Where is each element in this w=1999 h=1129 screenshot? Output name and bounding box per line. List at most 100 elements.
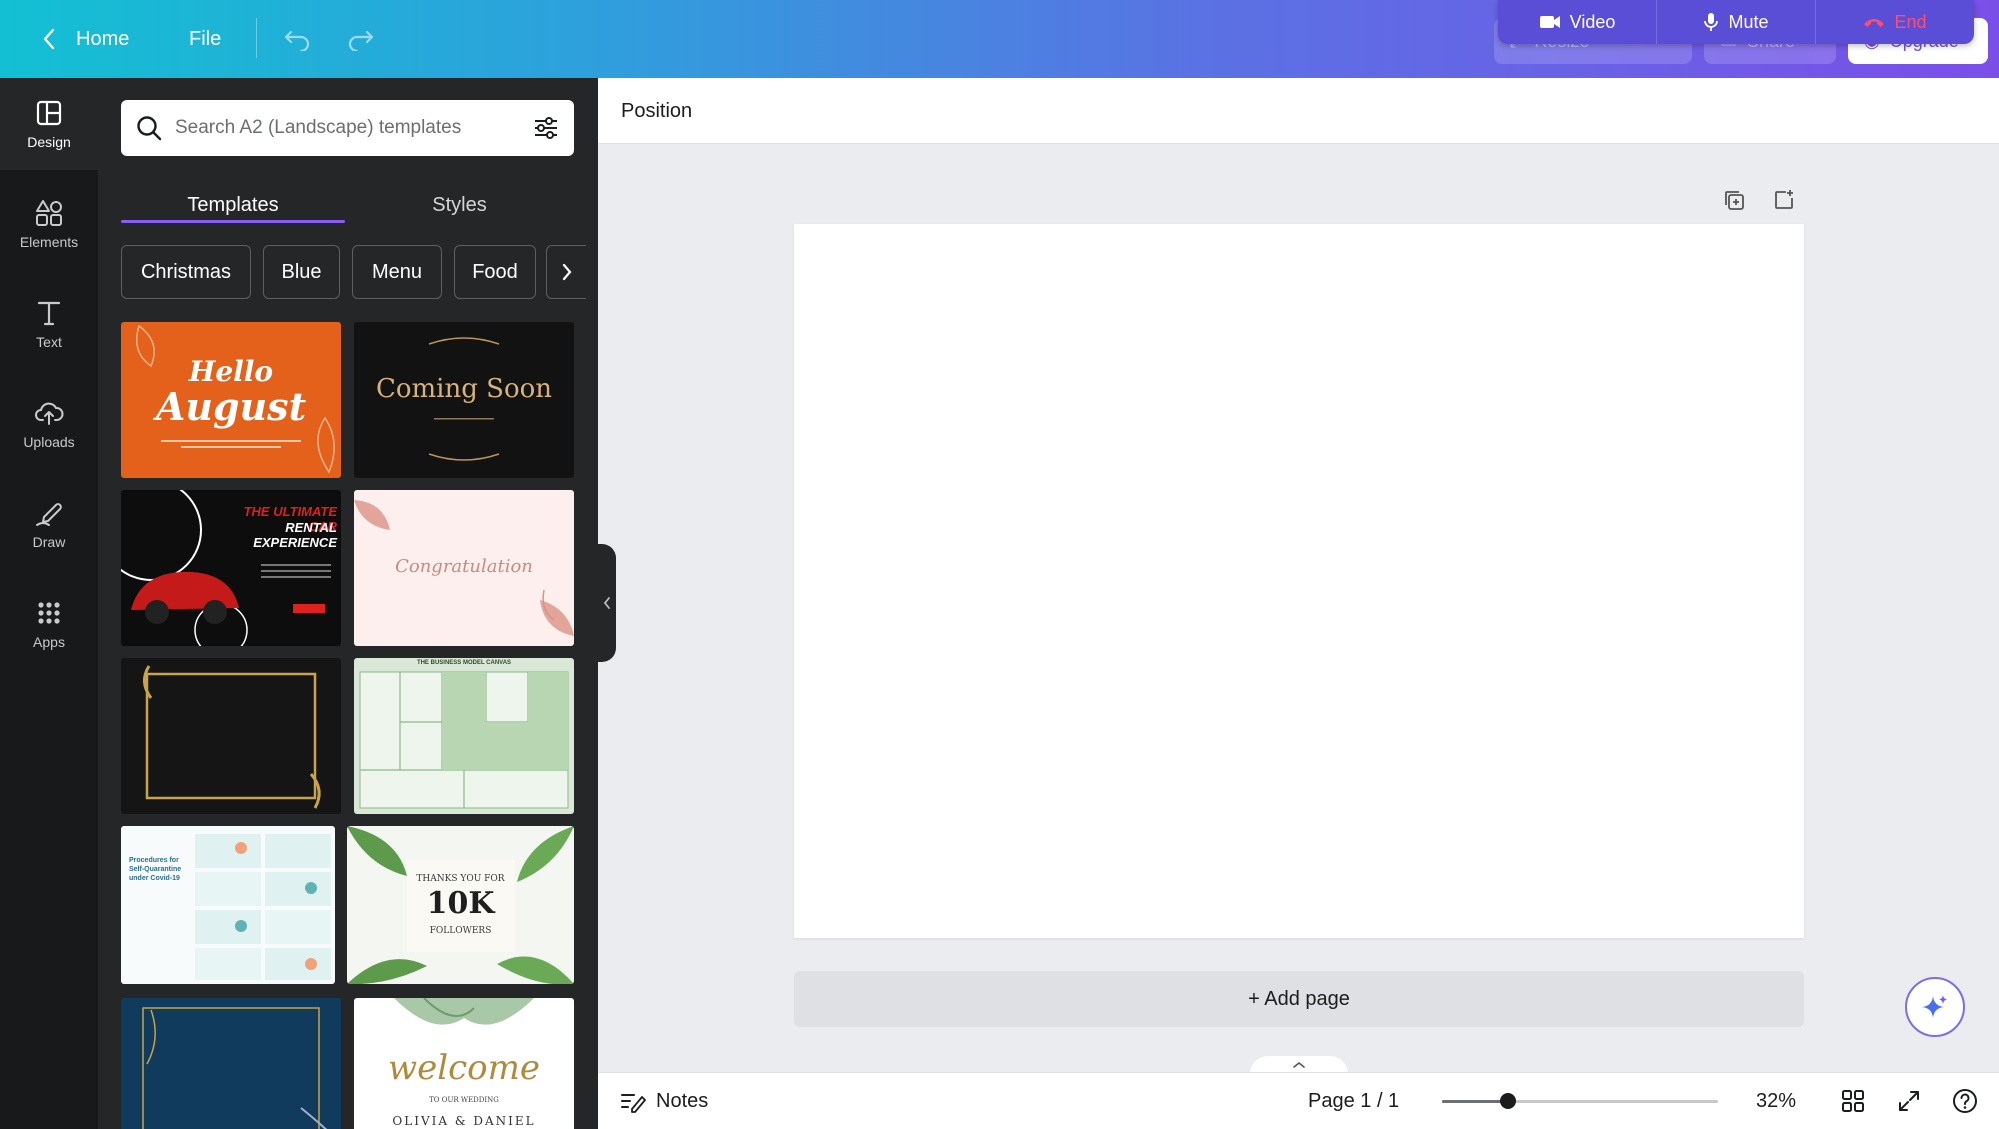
bottom-bar: Notes Page 1 / 1 32% [598, 1072, 1999, 1129]
rail-item-draw[interactable]: Draw [0, 478, 98, 570]
thumb-car-line2: RENTAL EXPERIENCE [253, 520, 337, 550]
page-actions [1720, 186, 1798, 216]
templates-panel: Templates Styles Christmas Blue Menu Foo… [98, 78, 598, 1129]
thumb-10k-line2: 10K [426, 886, 495, 921]
thumb-canvas-title: THE BUSINESS MODEL CANVAS [416, 660, 512, 666]
zoom-slider[interactable] [1442, 1093, 1718, 1109]
page-counter[interactable]: Page 1 / 1 [1308, 1073, 1399, 1129]
mute-label: Mute [1728, 11, 1769, 32]
chip-food[interactable]: Food [454, 245, 536, 299]
gold-frame-icon [143, 665, 321, 809]
template-thumb-hello-august[interactable]: Hello August [121, 322, 341, 478]
call-control-bar: Video Mute End [1498, 0, 1974, 44]
video-label: Video [1569, 11, 1616, 32]
template-search-box [121, 100, 574, 156]
end-call-label: End [1894, 11, 1927, 32]
sparkle-icon [1922, 995, 1947, 1018]
thumb-quarantine-title: Procedures for Self-Quarantine under Cov… [129, 857, 182, 882]
active-tab-indicator [121, 220, 345, 223]
add-page-button[interactable]: + Add page [794, 971, 1804, 1027]
chip-christmas[interactable]: Christmas [121, 245, 251, 299]
search-icon [137, 116, 162, 141]
notes-button[interactable]: Notes [620, 1073, 708, 1129]
cloud-upload-icon [35, 402, 64, 425]
shapes-icon [36, 200, 62, 226]
filter-sliders-icon[interactable] [532, 114, 560, 142]
rail-label-design: Design [27, 134, 71, 150]
topbar-divider [256, 18, 257, 58]
redo-icon[interactable] [346, 0, 376, 78]
canvas-grid-icon [359, 671, 569, 809]
template-thumb-car-rental[interactable]: THE ULTIMATE CAR RENTAL EXPERIENCE [121, 490, 341, 646]
template-thumb-business-canvas[interactable]: THE BUSINESS MODEL CANVAS [354, 658, 574, 814]
fullscreen-icon[interactable] [1894, 1086, 1924, 1116]
thumb-welcome-line1: welcome [388, 1048, 540, 1088]
mute-button[interactable]: Mute [1657, 0, 1816, 44]
rail-item-text[interactable]: Text [0, 278, 98, 370]
thumb-hello: Hello [188, 355, 274, 388]
rail-item-uploads[interactable]: Uploads [0, 378, 98, 470]
template-thumb-blue-frame[interactable] [121, 998, 341, 1129]
back-chevron-icon[interactable] [36, 0, 62, 78]
magic-assistant-button[interactable] [1905, 977, 1965, 1037]
hang-up-icon [1864, 19, 1885, 27]
tab-templates[interactable]: Templates [121, 178, 345, 232]
layout-icon [36, 100, 62, 126]
rail-label-apps: Apps [33, 634, 65, 650]
left-nav-rail: Design Elements Text Uploads Draw Apps [0, 78, 98, 1129]
rail-label-uploads: Uploads [23, 434, 75, 450]
chips-scroll-right-button[interactable] [546, 245, 586, 299]
chevron-up-icon [1293, 1061, 1305, 1068]
rail-label-draw: Draw [32, 534, 66, 550]
position-button[interactable]: Position [621, 78, 692, 144]
chevron-left-icon [603, 597, 610, 609]
notes-label: Notes [656, 1090, 709, 1112]
context-toolbar: Position [598, 78, 1999, 144]
rail-label-text: Text [36, 334, 62, 350]
zoom-level[interactable]: 32% [1756, 1073, 1796, 1129]
thumb-august: August [155, 384, 307, 429]
infographic-icon [195, 834, 331, 980]
pen-icon [36, 503, 62, 526]
zoom-slider-fill [1442, 1100, 1509, 1103]
thumb-welcome-line3: OLIVIA & DANIEL [392, 1114, 536, 1128]
rail-label-elements: Elements [19, 234, 79, 250]
add-page-icon[interactable] [1770, 186, 1798, 214]
duplicate-page-icon[interactable] [1720, 186, 1748, 214]
apps-grid-icon [38, 602, 60, 624]
rail-item-apps[interactable]: Apps [0, 578, 98, 670]
tab-styles[interactable]: Styles [345, 178, 574, 232]
text-icon [37, 301, 61, 326]
file-menu-button[interactable]: File [189, 0, 221, 78]
thumb-10k-line3: FOLLOWERS [429, 926, 492, 936]
template-thumb-congratulation[interactable]: Congratulation [354, 490, 574, 646]
microphone-icon [1704, 13, 1719, 31]
video-button[interactable]: Video [1498, 0, 1657, 44]
end-call-button[interactable]: End [1816, 0, 1974, 44]
gold-frame-icon [121, 998, 341, 1129]
template-thumb-gold-frame[interactable] [121, 658, 341, 814]
thumb-congratulation-text: Congratulation [395, 556, 533, 577]
rail-item-elements[interactable]: Elements [0, 178, 98, 270]
home-button[interactable]: Home [76, 0, 129, 78]
notes-pencil-icon [621, 1093, 646, 1113]
thumb-10k-line1: THANKS YOU FOR [416, 874, 505, 884]
undo-icon[interactable] [282, 0, 312, 78]
thumb-coming-soon-text: Coming Soon [375, 374, 553, 404]
chip-menu[interactable]: Menu [352, 245, 442, 299]
template-thumb-coming-soon[interactable]: Coming Soon [354, 322, 574, 478]
video-camera-icon [1539, 16, 1560, 28]
template-thumb-10k[interactable]: THANKS YOU FOR 10K FOLLOWERS [347, 826, 574, 984]
grid-view-icon[interactable] [1838, 1086, 1868, 1116]
template-thumb-welcome[interactable]: welcome TO OUR WEDDING OLIVIA & DANIEL [354, 998, 574, 1129]
chip-blue[interactable]: Blue [263, 245, 340, 299]
template-search-input[interactable] [175, 117, 520, 139]
collapse-panel-button[interactable] [598, 544, 616, 662]
help-icon[interactable] [1950, 1086, 1980, 1116]
template-thumb-quarantine[interactable]: Procedures for Self-Quarantine under Cov… [121, 826, 335, 984]
zoom-slider-handle[interactable] [1500, 1093, 1517, 1109]
thumb-welcome-line2: TO OUR WEDDING [429, 1096, 499, 1104]
design-artboard[interactable] [794, 224, 1804, 938]
chevron-right-icon [562, 263, 571, 281]
rail-item-design[interactable]: Design [0, 78, 98, 170]
